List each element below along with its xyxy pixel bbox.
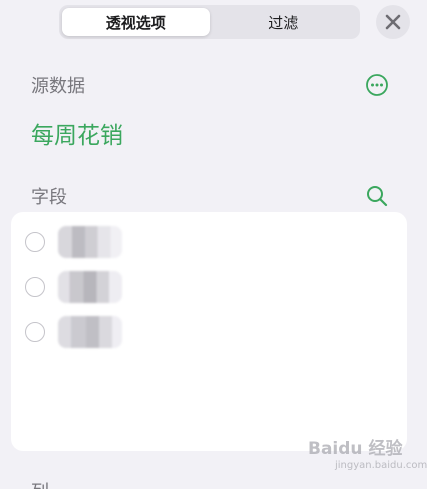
field-name <box>58 316 122 348</box>
watermark-url: jingyan.baidu.com <box>335 460 427 471</box>
pivot-options-panel: 透视选项 过滤 源数据 每周花销 字段 Baidu 经验 jingyan.bai… <box>0 0 427 489</box>
field-name <box>58 226 122 258</box>
field-list <box>11 212 407 451</box>
source-data-name[interactable]: 每周花销 <box>31 116 123 150</box>
source-more-button[interactable] <box>365 73 389 97</box>
close-button[interactable] <box>376 5 410 39</box>
field-name <box>58 271 122 303</box>
columns-label: 列 <box>31 478 49 489</box>
tab-pivot-options[interactable]: 透视选项 <box>62 8 210 36</box>
more-icon <box>366 74 388 96</box>
source-data-label: 源数据 <box>31 76 85 97</box>
tab-filter[interactable]: 过滤 <box>210 8 358 36</box>
search-icon <box>367 186 388 207</box>
field-radio[interactable] <box>25 277 45 297</box>
close-icon <box>385 14 401 30</box>
field-row[interactable] <box>11 269 407 305</box>
field-search-button[interactable] <box>365 184 389 208</box>
field-radio[interactable] <box>25 322 45 342</box>
field-row[interactable] <box>11 314 407 350</box>
segmented-control: 透视选项 过滤 <box>59 5 360 39</box>
field-row[interactable] <box>11 224 407 260</box>
field-radio[interactable] <box>25 232 45 252</box>
fields-label: 字段 <box>31 187 67 208</box>
watermark-logo: Baidu 经验 <box>308 439 403 459</box>
